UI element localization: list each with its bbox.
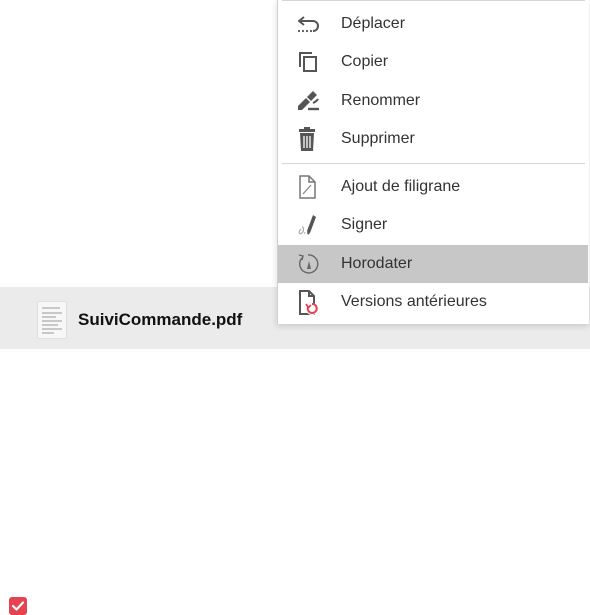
menu-item-label: Copier xyxy=(341,53,389,70)
menu-item-rename[interactable]: Renommer xyxy=(278,82,588,120)
watermark-icon xyxy=(296,175,322,199)
menu-item-label: Déplacer xyxy=(341,15,406,32)
menu-item-label: Horodater xyxy=(341,255,413,272)
file-checkbox[interactable] xyxy=(9,597,27,615)
copy-icon xyxy=(296,50,322,74)
sign-icon xyxy=(296,213,322,237)
menu-item-previous-versions[interactable]: Versions antérieures xyxy=(278,283,588,321)
rename-icon xyxy=(296,89,322,113)
file-name[interactable]: SuiviCommande.pdf xyxy=(78,310,242,330)
menu-item-label: Ajout de filigrane xyxy=(341,178,461,195)
timestamp-icon xyxy=(296,252,322,276)
menu-item-label: Signer xyxy=(341,216,388,233)
menu-top-divider xyxy=(282,0,585,1)
check-icon xyxy=(11,601,25,611)
menu-item-label: Versions antérieures xyxy=(341,293,487,310)
menu-item-sign[interactable]: Signer xyxy=(278,206,588,244)
menu-item-label: Supprimer xyxy=(341,130,415,147)
version-history-icon xyxy=(296,290,322,315)
menu-separator xyxy=(282,163,585,164)
menu-item-move[interactable]: Déplacer xyxy=(278,5,588,43)
menu-item-label: Renommer xyxy=(341,92,421,109)
menu-item-watermark[interactable]: Ajout de filigrane xyxy=(278,168,588,206)
trash-icon xyxy=(296,127,322,151)
menu-item-delete[interactable]: Supprimer xyxy=(278,120,588,158)
menu-item-copy[interactable]: Copier xyxy=(278,43,588,81)
menu-item-timestamp[interactable]: Horodater xyxy=(278,245,588,283)
move-icon xyxy=(296,12,322,36)
pdf-thumbnail xyxy=(37,301,67,339)
